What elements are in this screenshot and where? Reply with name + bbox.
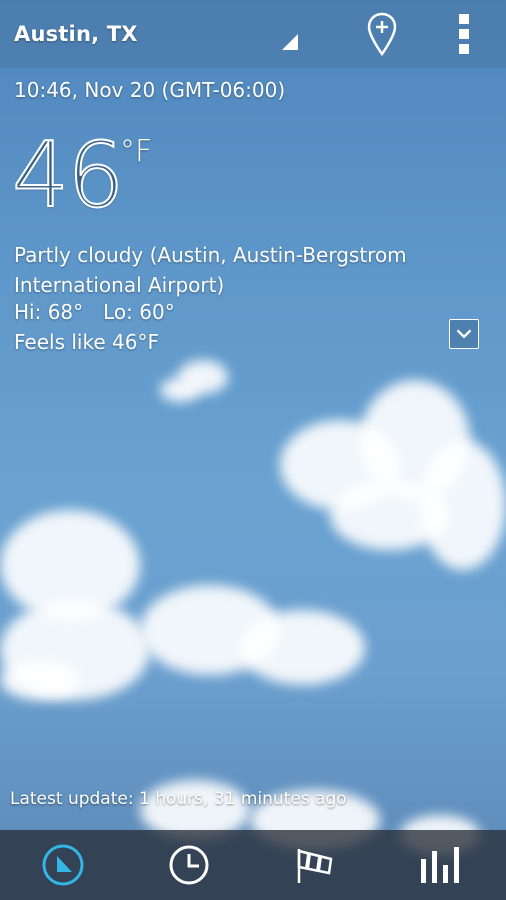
cloud bbox=[0, 660, 80, 700]
hi-temperature: Hi: 68° bbox=[14, 300, 84, 324]
hourly-tab[interactable] bbox=[126, 830, 252, 900]
bottom-tab-bar bbox=[0, 830, 506, 900]
chart-tab[interactable] bbox=[378, 830, 504, 900]
cloud bbox=[240, 610, 365, 685]
clock-icon bbox=[169, 845, 209, 885]
latest-update-text: Latest update: 1 hours, 31 minutes ago bbox=[10, 789, 347, 809]
condition-text: Partly cloudy (Austin, Austin-Bergstrom … bbox=[14, 243, 407, 297]
temperature-unit: °F bbox=[120, 134, 153, 169]
windsock-icon bbox=[297, 849, 333, 883]
current-tab[interactable] bbox=[0, 830, 126, 900]
lo-temperature: Lo: 60° bbox=[103, 300, 175, 324]
add-location-pin-icon[interactable] bbox=[366, 12, 398, 56]
current-weather-icon bbox=[42, 844, 84, 886]
cloud bbox=[330, 480, 450, 550]
wind-tab[interactable] bbox=[252, 830, 378, 900]
dropdown-corner-icon[interactable] bbox=[282, 34, 298, 50]
cloud bbox=[160, 378, 200, 402]
local-datetime: 10:46, Nov 20 (GMT-06:00) bbox=[14, 78, 286, 102]
bar-chart-icon bbox=[421, 847, 459, 883]
expand-details-chevron-icon[interactable] bbox=[449, 319, 479, 349]
location-title[interactable]: Austin, TX bbox=[14, 22, 138, 46]
hi-lo: Hi: 68° Lo: 60° bbox=[14, 300, 175, 324]
action-bar: Austin, TX bbox=[0, 0, 506, 68]
overflow-menu-icon[interactable] bbox=[456, 14, 472, 56]
temperature-value: 46 bbox=[11, 123, 126, 228]
feels-like: Feels like 46°F bbox=[14, 330, 159, 354]
